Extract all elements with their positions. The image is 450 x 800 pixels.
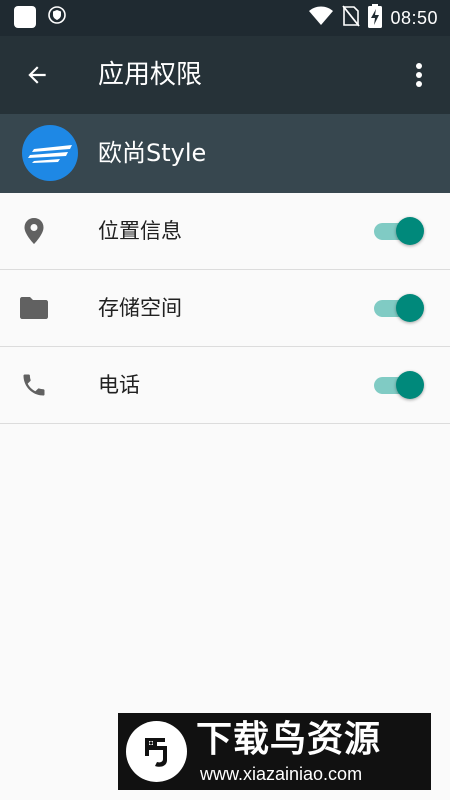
phone-toggle[interactable]: [374, 371, 424, 399]
battery-charging-icon: [368, 4, 383, 32]
folder-icon: [18, 292, 50, 324]
no-sim-icon: [342, 5, 361, 31]
phone-icon: [18, 369, 50, 401]
page-title: 应用权限: [98, 60, 203, 90]
permission-label: 电话: [98, 373, 140, 397]
wifi-icon: [308, 6, 334, 30]
status-left: [14, 6, 66, 28]
app-bar: 应用权限: [0, 36, 450, 114]
toggle-thumb: [396, 217, 424, 245]
app-header: 欧尚Style: [0, 114, 450, 193]
permission-label: 位置信息: [98, 219, 182, 243]
watermark-url: www.xiazainiao.com: [200, 764, 363, 784]
permission-row-location[interactable]: 位置信息: [0, 193, 450, 270]
app-icon: [22, 125, 78, 181]
location-pin-icon: [18, 215, 50, 247]
permission-label: 存储空间: [98, 296, 182, 320]
more-options-button[interactable]: [402, 58, 436, 92]
storage-toggle[interactable]: [374, 294, 424, 322]
app-name: 欧尚Style: [98, 139, 207, 167]
location-toggle[interactable]: [374, 217, 424, 245]
shield-icon: [48, 6, 66, 28]
back-button[interactable]: [20, 58, 54, 92]
arrow-back-icon: [28, 66, 46, 84]
permission-row-storage[interactable]: 存储空间: [0, 270, 450, 347]
permission-row-phone[interactable]: 电话: [0, 347, 450, 424]
permission-list: 位置信息 存储空间 电话: [0, 193, 450, 424]
screen: 08:50 应用权限 欧尚Style 位置信息 存储空间 电话 下载鸟资源 ww…: [0, 0, 450, 800]
status-right: 08:50: [308, 4, 438, 32]
toggle-thumb: [396, 294, 424, 322]
toggle-thumb: [396, 371, 424, 399]
status-time: 08:50: [390, 7, 438, 28]
status-bar: 08:50: [0, 0, 450, 36]
notification-square-icon: [14, 6, 36, 28]
watermark: 下载鸟资源 www.xiazainiao.com: [118, 713, 431, 790]
bird-logo-icon: [126, 721, 187, 782]
watermark-title: 下载鸟资源: [196, 719, 382, 760]
more-vert-icon: [416, 63, 422, 87]
